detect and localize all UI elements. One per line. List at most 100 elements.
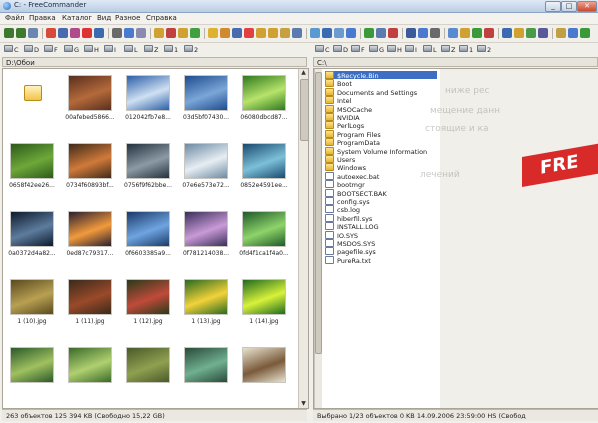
- file-row[interactable]: hiberfil.sys: [325, 213, 372, 223]
- thumbnail-item[interactable]: 1 (14).jpg: [237, 275, 291, 333]
- thumbnail-item[interactable]: [5, 71, 59, 129]
- terminal-icon[interactable]: [406, 28, 416, 38]
- thumbnail-item[interactable]: [5, 343, 59, 401]
- thumbnail-item[interactable]: 0852e4591ee...: [237, 139, 291, 197]
- cut-icon[interactable]: [94, 28, 104, 38]
- left-drive-h[interactable]: H: [84, 45, 99, 54]
- thumbnail-item[interactable]: [179, 343, 233, 401]
- scroll-thumb[interactable]: [300, 79, 308, 141]
- left-file-panel[interactable]: 00afebed5866... 012042fb7e8... 03d5bf07430…: [2, 68, 309, 409]
- stop-icon[interactable]: [484, 28, 494, 38]
- view-icons-icon[interactable]: [346, 28, 356, 38]
- exit-icon[interactable]: [580, 28, 590, 38]
- bookmark-icon[interactable]: [460, 28, 470, 38]
- file-row[interactable]: Users: [325, 155, 355, 164]
- minimize-button[interactable]: _: [545, 1, 561, 12]
- file-row[interactable]: ProgramData: [325, 138, 380, 147]
- right-scrollbar[interactable]: [314, 69, 322, 408]
- left-drive-i[interactable]: I: [104, 45, 116, 54]
- search-icon[interactable]: [280, 28, 290, 38]
- thumbnail-item[interactable]: 00afebed5866...: [63, 71, 117, 129]
- thumbnail-item[interactable]: [63, 343, 117, 401]
- thumbnail-item[interactable]: 1 (10).jpg: [5, 275, 59, 333]
- star-icon[interactable]: [514, 28, 524, 38]
- scroll-thumb[interactable]: [315, 72, 322, 354]
- thumbnail-item[interactable]: [121, 343, 175, 401]
- menu-misc[interactable]: Разное: [115, 14, 140, 22]
- thumbnail-item[interactable]: 0734f60893bf...: [63, 139, 117, 197]
- tools-icon[interactable]: [538, 28, 548, 38]
- thumbnail-item[interactable]: 06080dbcd87...: [237, 71, 291, 129]
- file-row[interactable]: $Recycle.Bin: [325, 71, 437, 80]
- back-icon[interactable]: [4, 28, 14, 38]
- left-drive-g[interactable]: G: [64, 45, 79, 54]
- scissors-icon[interactable]: [112, 28, 122, 38]
- view-details-icon[interactable]: [310, 28, 320, 38]
- file-row[interactable]: config.sys: [325, 197, 370, 206]
- right-drive-i[interactable]: I: [405, 45, 417, 54]
- right-drive-l[interactable]: L: [423, 45, 437, 54]
- thumbnail-item[interactable]: 1 (13).jpg: [179, 275, 233, 333]
- right-drive-d[interactable]: D: [333, 45, 348, 54]
- refresh-icon[interactable]: [364, 28, 374, 38]
- right-path-bar[interactable]: C:\: [313, 57, 598, 67]
- history-icon[interactable]: [268, 28, 278, 38]
- properties-icon[interactable]: [232, 28, 242, 38]
- pack-icon[interactable]: [154, 28, 164, 38]
- delete-icon[interactable]: [46, 28, 56, 38]
- split-view-icon[interactable]: [448, 28, 458, 38]
- right-drive-c[interactable]: C: [315, 45, 330, 54]
- thumbnail-item[interactable]: 0fd4f1ca1f4a0...: [237, 207, 291, 265]
- newfolder-icon[interactable]: [220, 28, 230, 38]
- right-drive-h[interactable]: H: [387, 45, 402, 54]
- left-drive-l[interactable]: L: [124, 45, 138, 54]
- network-icon[interactable]: [292, 28, 302, 38]
- file-row[interactable]: Boot: [325, 79, 352, 88]
- file-row[interactable]: bootmgr: [325, 180, 365, 189]
- file-row[interactable]: pagefile.sys: [325, 247, 376, 256]
- file-row[interactable]: MSOCache: [325, 104, 372, 114]
- thumbnail-item[interactable]: 0ed87c79317...: [63, 207, 117, 265]
- close-tab-icon[interactable]: [82, 28, 92, 38]
- thumbnail-item[interactable]: 0756f9f62bbe...: [121, 139, 175, 197]
- file-row[interactable]: Program Files: [325, 129, 381, 139]
- file-row[interactable]: Intel: [325, 96, 351, 105]
- forward-icon[interactable]: [16, 28, 26, 38]
- archive-icon[interactable]: [178, 28, 188, 38]
- help-icon[interactable]: [244, 28, 254, 38]
- maximize-button[interactable]: □: [561, 1, 577, 12]
- thumbnail-item[interactable]: 0f781214038...: [179, 207, 233, 265]
- thumbnail-item[interactable]: 0a0372d4a82...: [5, 207, 59, 265]
- file-row[interactable]: csb.log: [325, 205, 360, 214]
- left-drive-c[interactable]: C: [4, 45, 19, 54]
- menu-file[interactable]: Файл: [5, 14, 24, 22]
- settings-icon[interactable]: [430, 28, 440, 38]
- file-row[interactable]: BOOTSECT.BAK: [325, 188, 387, 198]
- sync-icon[interactable]: [190, 28, 200, 38]
- thumbnail-item[interactable]: 0f6603385a9...: [121, 207, 175, 265]
- tree-icon[interactable]: [472, 28, 482, 38]
- left-drive-f[interactable]: F: [44, 45, 58, 54]
- favorites-icon[interactable]: [256, 28, 266, 38]
- move-icon[interactable]: [70, 28, 80, 38]
- thumbnail-item[interactable]: 0658f42ee26...: [5, 139, 59, 197]
- menu-view[interactable]: Вид: [97, 14, 111, 22]
- right-drive-f[interactable]: F: [351, 45, 365, 54]
- right-drive-1[interactable]: 1: [459, 45, 473, 54]
- menu-help[interactable]: Справка: [146, 14, 177, 22]
- left-drive-z[interactable]: Z: [144, 45, 158, 54]
- close-button[interactable]: ✕: [577, 1, 597, 12]
- copy-icon[interactable]: [58, 28, 68, 38]
- thumbnail-item[interactable]: [237, 343, 291, 401]
- file-row[interactable]: MSDOS.SYS: [325, 239, 375, 248]
- view-thumbnails-icon[interactable]: [334, 28, 344, 38]
- thumbnail-item[interactable]: 03d5bf07430...: [179, 71, 233, 129]
- file-row[interactable]: PerlLogs: [325, 121, 364, 130]
- file-row[interactable]: NVIDIA: [325, 113, 360, 122]
- file-row[interactable]: PureRa.txt: [325, 255, 371, 265]
- up-icon[interactable]: [28, 28, 38, 38]
- thumbnail-item[interactable]: 07e6e573e72...: [179, 139, 233, 197]
- file-row[interactable]: Windows: [325, 163, 366, 172]
- right-drive-g[interactable]: G: [369, 45, 384, 54]
- lock-icon[interactable]: [556, 28, 566, 38]
